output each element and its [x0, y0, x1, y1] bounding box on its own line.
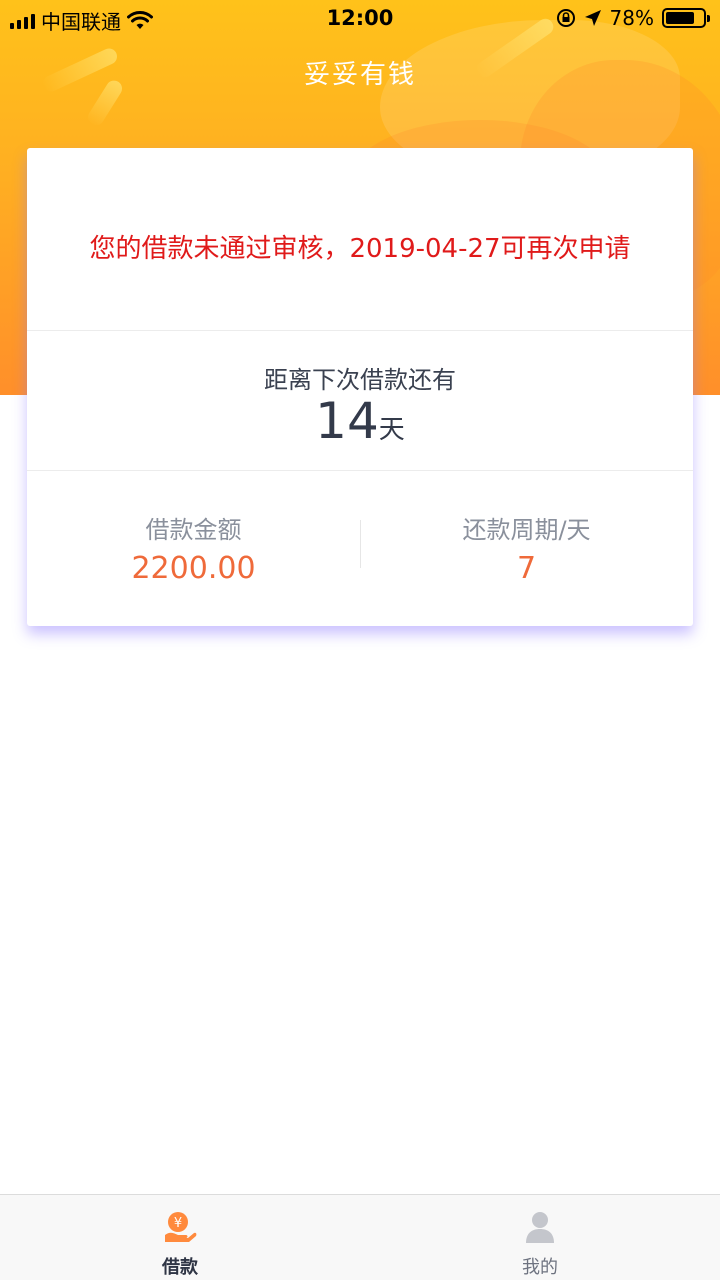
tab-loan[interactable]: ¥ 借款 [0, 1195, 360, 1280]
tab-loan-label: 借款 [162, 1257, 198, 1278]
rejection-message: 您的借款未通过审核，2019-04-27可再次申请 [89, 234, 631, 264]
location-arrow-icon [584, 10, 601, 26]
battery-percent: 78% [609, 6, 654, 30]
loan-amount-stat: 借款金额 2200.00 [27, 470, 360, 586]
loan-stats: 借款金额 2200.00 还款周期/天 7 [27, 470, 693, 626]
countdown-days: 14 [315, 392, 379, 450]
bottom-tab-bar: ¥ 借款 我的 [0, 1194, 720, 1280]
battery-icon [662, 8, 710, 28]
repay-period-stat: 还款周期/天 7 [360, 470, 693, 586]
countdown-value: 14天 [27, 392, 693, 450]
repay-period-value: 7 [516, 551, 537, 586]
repay-period-label: 还款周期/天 [462, 516, 591, 544]
user-profile-icon [526, 1212, 554, 1243]
tab-mine-label: 我的 [522, 1257, 558, 1278]
rotation-lock-icon [556, 9, 575, 27]
countdown-label: 距离下次借款还有 [264, 366, 456, 394]
svg-text:¥: ¥ [174, 1216, 182, 1231]
loan-hand-coin-icon: ¥ [165, 1212, 197, 1242]
status-bar: 中国联通 12:00 78% [0, 0, 720, 40]
loan-amount-label: 借款金额 [145, 516, 242, 544]
page-title: 妥妥有钱 [303, 60, 416, 90]
countdown-unit: 天 [378, 415, 405, 445]
status-right: 78% [556, 6, 710, 30]
loan-amount-value: 2200.00 [131, 551, 256, 586]
tab-mine[interactable]: 我的 [360, 1195, 720, 1280]
divider [27, 330, 693, 331]
loan-status-card: 您的借款未通过审核，2019-04-27可再次申请 距离下次借款还有 14天 借… [27, 148, 693, 626]
